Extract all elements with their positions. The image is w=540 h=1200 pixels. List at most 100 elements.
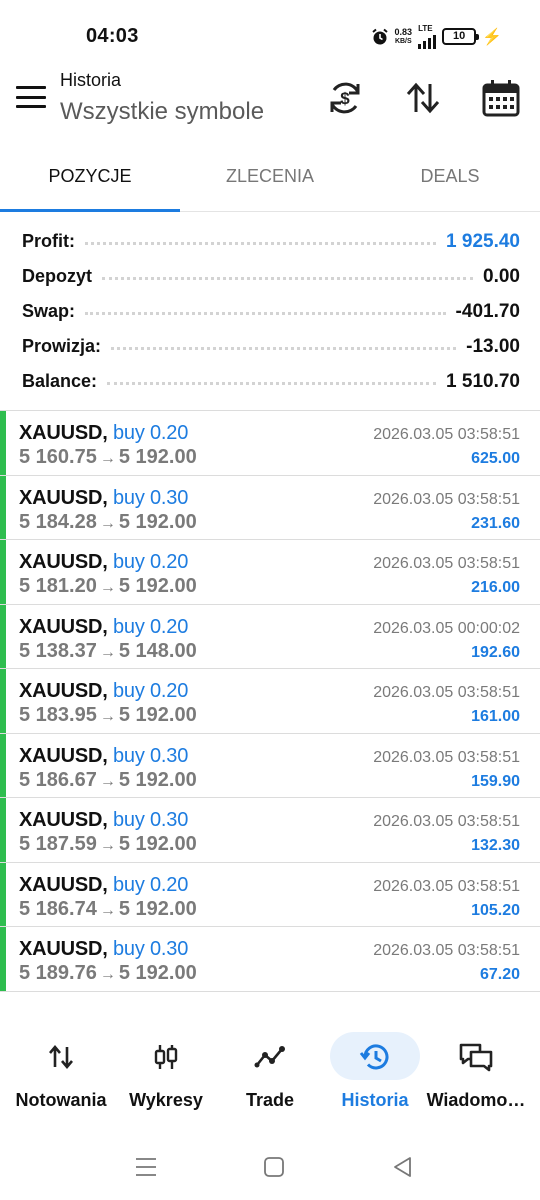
- position-symbol: XAUUSD, buy 0.30: [19, 744, 189, 767]
- symbol-filter[interactable]: Wszystkie symbole: [60, 98, 264, 126]
- position-time: 2026.03.05 00:00:02: [373, 619, 520, 637]
- summary-label: Profit:: [22, 231, 75, 251]
- nav-notowania[interactable]: Notowania: [14, 1030, 108, 1111]
- tab-deals[interactable]: DEALS: [360, 140, 540, 211]
- position-profit: 159.90: [471, 772, 520, 790]
- account-summary: Profit: 1 925.40 Depozyt 0.00 Swap: -401…: [22, 224, 520, 399]
- position-row[interactable]: XAUUSD, buy 0.20 5 138.37 → 5 148.00 2026.…: [0, 604, 540, 669]
- nav-label: Wykresy: [129, 1090, 203, 1110]
- position-prices: 5 183.95 → 5 192.00: [19, 704, 197, 726]
- page-title: Historia: [60, 70, 122, 90]
- position-time: 2026.03.05 03:58:51: [373, 684, 520, 701]
- bottom-navigation: Notowania Wykresy Trade Historia Wiadomo…: [0, 1022, 540, 1122]
- nav-label: Notowania: [15, 1090, 107, 1110]
- position-time: 2026.03.05 03:58:51: [373, 813, 520, 830]
- position-row[interactable]: XAUUSD, buy 0.20 5 160.75 → 5 192.00 2026.…: [0, 411, 540, 476]
- position-side: buy 0.20: [112, 551, 189, 573]
- network-speed: 0.83 KB/S: [394, 26, 413, 45]
- sync-currency-icon[interactable]: $: [326, 78, 364, 118]
- summary-value: 1 925.40: [446, 230, 520, 252]
- summary-label: Prowizja:: [22, 336, 102, 356]
- summary-value: 0.00: [483, 265, 520, 287]
- menu-icon[interactable]: [16, 84, 46, 110]
- back-icon[interactable]: [390, 1154, 416, 1180]
- summary-value: -13.00: [466, 335, 520, 357]
- home-icon[interactable]: [261, 1154, 287, 1180]
- position-profit: 216.00: [471, 579, 520, 596]
- position-time: 2026.03.05 03:58:51: [373, 877, 520, 895]
- position-side: buy 0.30: [112, 744, 189, 767]
- position-profit: 132.30: [471, 837, 520, 854]
- position-side: buy 0.20: [112, 680, 189, 702]
- position-row[interactable]: XAUUSD, buy 0.20 5 183.95 → 5 192.00 2026.…: [0, 669, 540, 734]
- dotted-leader: [111, 347, 457, 350]
- position-time: 2026.03.05 03:58:51: [373, 748, 520, 766]
- summary-row-profit: Profit: 1 925.40: [22, 224, 520, 259]
- battery-icon: 10: [442, 28, 480, 45]
- position-symbol: XAUUSD, buy 0.20: [19, 551, 189, 573]
- nav-wykresy[interactable]: Wykresy: [122, 1030, 210, 1111]
- sort-icon[interactable]: [404, 78, 442, 118]
- position-prices: 5 189.76 → 5 192.00: [19, 962, 197, 984]
- position-symbol: XAUUSD, buy 0.30: [19, 486, 189, 509]
- summary-row-depozyt: Depozyt 0.00: [22, 259, 520, 294]
- status-time: 04:03: [86, 25, 139, 47]
- charts-icon: [154, 1045, 178, 1069]
- position-symbol: XAUUSD, buy 0.30: [19, 938, 189, 960]
- tab-zlecenia[interactable]: ZLECENIA: [180, 140, 360, 211]
- position-prices: 5 184.28 → 5 192.00: [19, 510, 197, 533]
- messages-icon: [459, 1043, 493, 1072]
- system-navigation: [0, 1140, 540, 1200]
- summary-value: -401.70: [455, 300, 520, 322]
- summary-label: Balance:: [22, 371, 98, 391]
- calendar-icon[interactable]: [482, 78, 520, 118]
- positions-list: XAUUSD, buy 0.20 5 160.75 → 5 192.00 2026.…: [0, 410, 540, 992]
- position-profit: 625.00: [471, 450, 520, 467]
- position-profit: 161.00: [471, 708, 520, 725]
- position-prices: 5 181.20 → 5 192.00: [19, 575, 197, 597]
- position-symbol: XAUUSD, buy 0.20: [19, 680, 189, 702]
- recent-apps-icon[interactable]: [133, 1154, 159, 1180]
- nav-label: Wiadomo…: [426, 1090, 526, 1110]
- dotted-leader: [85, 312, 446, 315]
- position-time: 2026.03.05 03:58:51: [373, 555, 520, 572]
- position-side: buy 0.20: [112, 422, 189, 444]
- tab-pozycje[interactable]: POZYCJE: [0, 140, 180, 212]
- position-profit: 67.20: [479, 966, 520, 983]
- position-row[interactable]: XAUUSD, buy 0.20 5 181.20 → 5 192.00 2026.…: [0, 540, 540, 605]
- position-profit: 105.20: [471, 901, 520, 919]
- summary-label: Depozyt: [22, 266, 93, 286]
- position-row[interactable]: XAUUSD, buy 0.30 5 189.76 → 5 192.00 2026.…: [0, 927, 540, 992]
- position-symbol: XAUUSD, buy 0.20: [19, 873, 189, 896]
- position-row[interactable]: XAUUSD, buy 0.30 5 184.28 → 5 192.00 2026.…: [0, 475, 540, 540]
- trade-icon: [254, 1046, 285, 1068]
- position-side: buy 0.30: [112, 486, 189, 509]
- position-row[interactable]: XAUUSD, buy 0.30 5 187.59 → 5 192.00 2026.…: [0, 798, 540, 863]
- position-row[interactable]: XAUUSD, buy 0.20 5 186.74 → 5 192.00 2026.…: [0, 862, 540, 927]
- dotted-leader: [85, 242, 437, 245]
- nav-historia[interactable]: Historia: [330, 1030, 420, 1111]
- nav-label: Historia: [341, 1090, 409, 1110]
- summary-row-prowizja: Prowizja: -13.00: [22, 329, 520, 364]
- nav-wiadomosci[interactable]: Wiadomo…: [426, 1030, 526, 1111]
- app-header: Historia Wszystkie symbole $: [0, 70, 540, 140]
- history-icon: [359, 1044, 389, 1070]
- summary-label: Swap:: [22, 301, 76, 321]
- nav-trade[interactable]: Trade: [228, 1030, 312, 1111]
- position-side: buy 0.30: [112, 809, 189, 831]
- summary-row-swap: Swap: -401.70: [22, 294, 520, 329]
- position-time: 2026.03.05 03:58:51: [373, 942, 520, 959]
- position-symbol: XAUUSD, buy 0.30: [19, 809, 189, 831]
- svg-text:$: $: [340, 89, 350, 108]
- position-side: buy 0.20: [112, 873, 189, 896]
- position-prices: 5 186.67 → 5 192.00: [19, 768, 197, 791]
- position-row[interactable]: XAUUSD, buy 0.30 5 186.67 → 5 192.00 2026.…: [0, 733, 540, 798]
- position-profit: 231.60: [471, 514, 520, 532]
- position-prices: 5 160.75 → 5 192.00: [19, 446, 197, 468]
- quotes-icon: [49, 1044, 73, 1070]
- position-symbol: XAUUSD, buy 0.20: [19, 422, 189, 444]
- position-side: buy 0.30: [112, 938, 189, 960]
- summary-value: 1 510.70: [446, 370, 520, 392]
- charging-icon: ⚡: [482, 28, 502, 46]
- dotted-leader: [107, 382, 437, 385]
